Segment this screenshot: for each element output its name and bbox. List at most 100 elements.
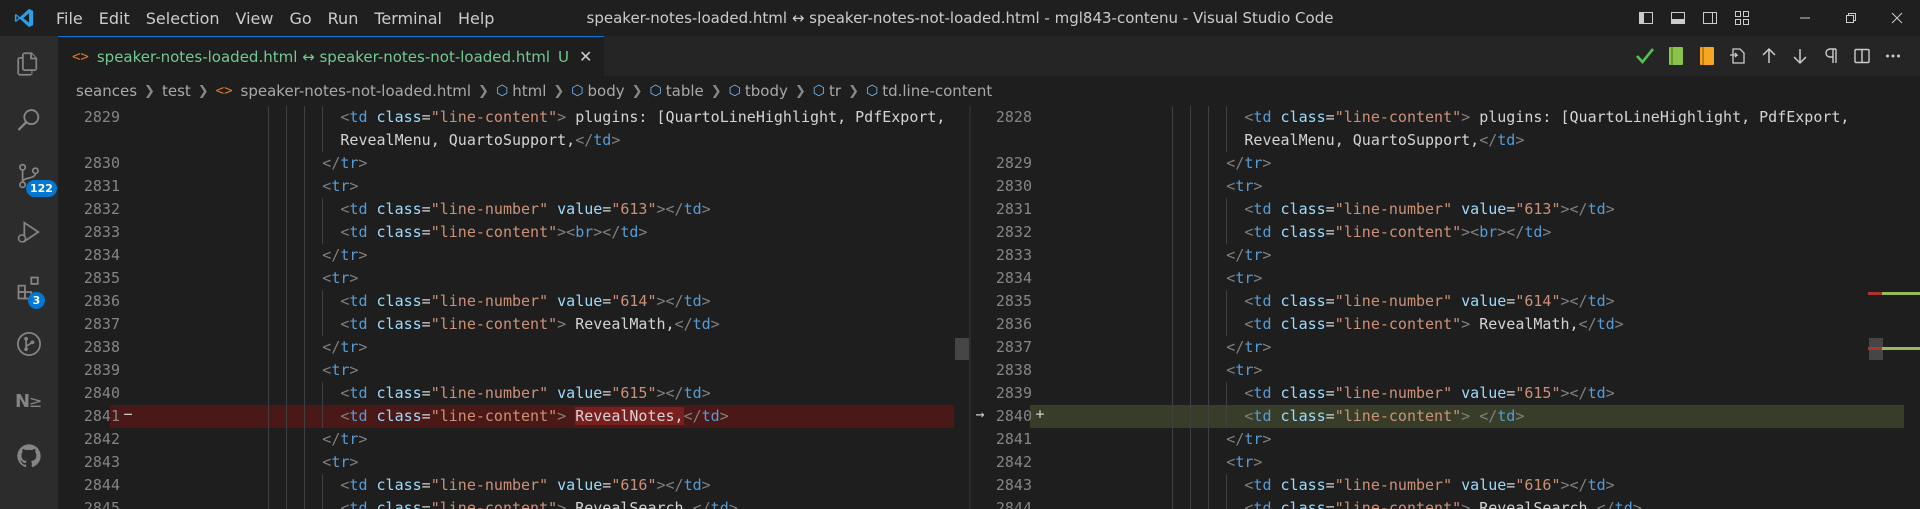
code-line[interactable]	[970, 336, 1920, 359]
code-token: tr	[1244, 154, 1263, 172]
explorer-icon[interactable]	[0, 36, 58, 92]
code-token: td	[1253, 476, 1272, 494]
code-line[interactable]	[58, 267, 970, 290]
code-token: >	[557, 315, 567, 333]
code-line[interactable]	[58, 175, 970, 198]
code-line[interactable]	[58, 244, 970, 267]
menu-help[interactable]: Help	[450, 0, 502, 36]
breadcrumb-item-td[interactable]: ⬡ td.line-content	[866, 82, 992, 100]
code-token: =	[1325, 292, 1335, 310]
code-token: </	[322, 430, 341, 448]
line-number: 2843	[83, 453, 120, 471]
source-control-icon[interactable]: 122	[0, 148, 58, 204]
line-number: 2831	[83, 177, 120, 195]
code-token: ></	[656, 384, 684, 402]
code-token: >	[638, 223, 648, 241]
indent-guide	[1208, 175, 1210, 198]
diff-original-editor[interactable]: 2829 <td class="line-content"> plugins: […	[58, 106, 970, 509]
code-token: td	[1524, 223, 1543, 241]
code-text: <td class="line-number" value="615"></td…	[1244, 382, 1614, 405]
code-token: tr	[340, 246, 359, 264]
revert-arrow-icon[interactable]: →	[972, 405, 988, 423]
code-line[interactable]	[970, 451, 1920, 474]
toggle-secondary-sidebar-icon[interactable]	[1694, 0, 1726, 36]
chevron-right-icon: ❯	[848, 83, 859, 99]
minimize-icon[interactable]	[1782, 0, 1828, 36]
indent-guide	[1208, 106, 1210, 129]
breadcrumb-item-tr[interactable]: ⬡ tr	[813, 82, 841, 100]
extensions-icon[interactable]: 3	[0, 260, 58, 316]
search-icon[interactable]	[0, 92, 58, 148]
breadcrumb-item-table[interactable]: ⬡ table	[650, 82, 704, 100]
git-graph-icon[interactable]	[0, 316, 58, 372]
menu-go[interactable]: Go	[281, 0, 319, 36]
restore-icon[interactable]	[1828, 0, 1874, 36]
menu-file[interactable]: File	[48, 0, 91, 36]
orange-book-icon[interactable]	[1691, 36, 1722, 76]
checkmark-icon[interactable]	[1629, 36, 1660, 76]
code-line[interactable]	[58, 428, 970, 451]
green-book-icon[interactable]	[1660, 36, 1691, 76]
tab-close-button[interactable]: ✕	[579, 47, 592, 66]
diff-modified-editor[interactable]: 2828 <td class="line-content"> plugins: […	[970, 106, 1920, 509]
code-token: >	[1605, 200, 1615, 218]
notebook-icon[interactable]: N ≥	[0, 372, 58, 428]
code-line[interactable]	[58, 336, 970, 359]
next-change-icon[interactable]	[1784, 36, 1815, 76]
menu-edit[interactable]: Edit	[91, 0, 138, 36]
code-line[interactable]	[970, 359, 1920, 382]
code-line[interactable]	[970, 175, 1920, 198]
code-token: >	[1542, 223, 1552, 241]
line-number	[58, 129, 120, 152]
breadcrumb-item-body[interactable]: ⬡ body	[571, 82, 624, 100]
breadcrumb-item-test[interactable]: test	[162, 82, 191, 100]
github-icon[interactable]	[0, 428, 58, 484]
indent-guide	[304, 221, 306, 244]
indent-guide	[1190, 152, 1192, 175]
breadcrumb-item-file[interactable]: <> speaker-notes-not-loaded.html	[216, 82, 471, 100]
line-number: 2841	[995, 430, 1032, 448]
previous-change-icon[interactable]	[1753, 36, 1784, 76]
indent-guide	[304, 336, 306, 359]
breadcrumb-item-tbody[interactable]: ⬡ tbody	[729, 82, 788, 100]
menu-run[interactable]: Run	[320, 0, 367, 36]
close-icon[interactable]	[1874, 0, 1920, 36]
menu-view[interactable]: View	[228, 0, 282, 36]
breadcrumb-label: speaker-notes-not-loaded.html	[240, 82, 472, 100]
code-line[interactable]	[970, 267, 1920, 290]
code-line[interactable]	[970, 428, 1920, 451]
indent-guide	[286, 405, 288, 428]
customize-layout-icon[interactable]	[1726, 0, 1758, 36]
overview-removed-marker	[1868, 347, 1882, 350]
code-text: </tr>	[1226, 428, 1271, 451]
left-scrollbar-slider[interactable]	[955, 338, 969, 360]
code-token: td	[683, 384, 702, 402]
line-number: 2832	[83, 200, 120, 218]
tab-diff-editor[interactable]: <> speaker-notes-loaded.html ↔ speaker-n…	[58, 36, 605, 76]
code-text: </tr>	[1226, 336, 1271, 359]
indent-guide	[268, 152, 269, 175]
toggle-sidebar-icon[interactable]	[1630, 0, 1662, 36]
code-token: "614"	[1515, 292, 1561, 310]
code-line[interactable]	[58, 451, 970, 474]
run-debug-icon[interactable]	[0, 204, 58, 260]
split-editor-icon[interactable]	[1846, 36, 1877, 76]
code-line[interactable]	[58, 152, 970, 175]
code-line[interactable]	[970, 244, 1920, 267]
code-token: "line-number"	[430, 476, 549, 494]
whitespace-icon[interactable]	[1815, 36, 1846, 76]
code-line[interactable]	[970, 152, 1920, 175]
menu-selection[interactable]: Selection	[138, 0, 228, 36]
menu-terminal[interactable]: Terminal	[366, 0, 450, 36]
breadcrumb-item-seances[interactable]: seances	[76, 82, 137, 100]
open-file-icon[interactable]	[1722, 36, 1753, 76]
chevron-right-icon: ❯	[144, 83, 155, 99]
code-token: </	[1578, 315, 1597, 333]
breadcrumb-item-html[interactable]: ⬡ html	[496, 82, 546, 100]
code-token: >	[1605, 476, 1615, 494]
more-actions-icon[interactable]	[1877, 36, 1908, 76]
toggle-panel-icon[interactable]	[1662, 0, 1694, 36]
indent-guide	[1226, 313, 1228, 336]
code-line[interactable]	[58, 359, 970, 382]
code-token: ></	[656, 292, 684, 310]
